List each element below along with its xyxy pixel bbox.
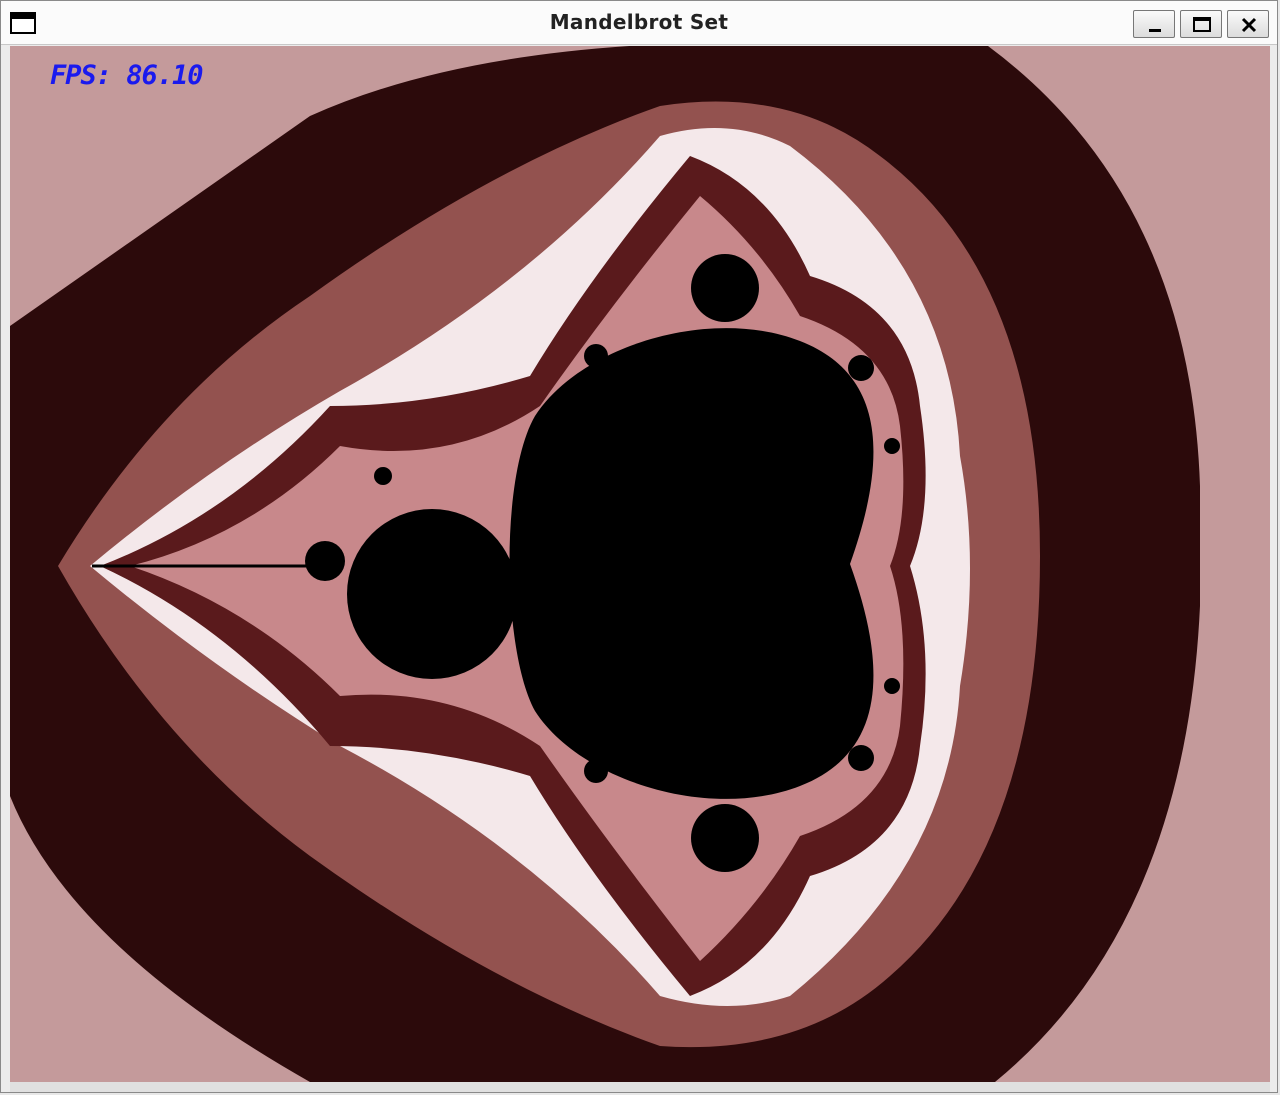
window-title: Mandelbrot Set <box>549 10 729 34</box>
close-button[interactable] <box>1227 10 1269 38</box>
fps-counter: FPS: 86.10 <box>50 60 204 91</box>
title-bar[interactable]: Mandelbrot Set <box>1 1 1277 45</box>
maximize-button[interactable] <box>1180 10 1222 38</box>
close-icon <box>1241 17 1257 33</box>
fractal-render <box>10 46 1270 1082</box>
app-window: Mandelbrot Set FPS: 86.10 <box>0 0 1278 1093</box>
window-bottom-border <box>10 1082 1270 1092</box>
minimize-button[interactable] <box>1133 10 1175 38</box>
mandelbrot-canvas[interactable]: FPS: 86.10 <box>10 46 1270 1082</box>
